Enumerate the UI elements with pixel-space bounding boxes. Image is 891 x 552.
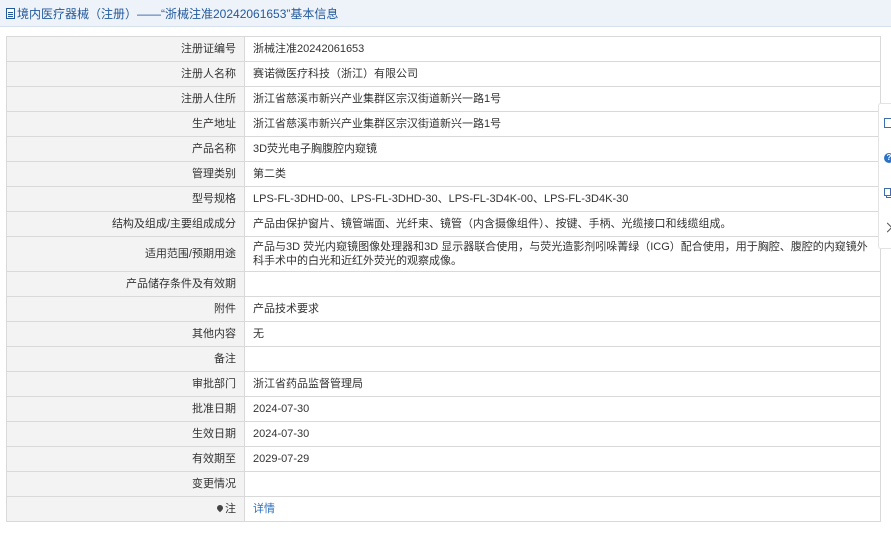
field-label: 批准日期 xyxy=(6,396,245,422)
note-label: 注 xyxy=(225,503,236,515)
note-label-cell: 注 xyxy=(6,496,245,522)
field-label: 注册人名称 xyxy=(6,61,245,87)
field-value: 浙械注准20242061653 xyxy=(244,36,881,62)
field-value: 赛诺微医疗科技（浙江）有限公司 xyxy=(244,61,881,87)
table-row: 批准日期 2024-07-30 xyxy=(6,396,881,422)
note-icon xyxy=(884,118,891,128)
field-label: 备注 xyxy=(6,346,245,372)
table-row: 备注 xyxy=(6,346,881,372)
note-button[interactable] xyxy=(882,116,891,130)
table-row: 管理类别 第二类 xyxy=(6,161,881,187)
field-value: 浙江省药品监督管理局 xyxy=(244,371,881,397)
table-row: 型号规格 LPS-FL-3DHD-00、LPS-FL-3DHD-30、LPS-F… xyxy=(6,186,881,212)
note-value-cell: 详情 xyxy=(244,496,881,522)
field-value xyxy=(244,271,881,297)
field-label: 型号规格 xyxy=(6,186,245,212)
field-value: LPS-FL-3DHD-00、LPS-FL-3DHD-30、LPS-FL-3D4… xyxy=(244,186,881,212)
table-row: 结构及组成/主要组成成分 产品由保护窗片、镜管端面、光纤束、镜管（内含摄像组件）… xyxy=(6,211,881,237)
field-value: 产品由保护窗片、镜管端面、光纤束、镜管（内含摄像组件）、按键、手柄、光缆接口和线… xyxy=(244,211,881,237)
help-button[interactable]: ? xyxy=(882,151,891,165)
table-row: 审批部门 浙江省药品监督管理局 xyxy=(6,371,881,397)
field-label: 管理类别 xyxy=(6,161,245,187)
page-header: 境内医疗器械（注册）——“浙械注准20242061653”基本信息 xyxy=(0,0,891,27)
field-label: 注册人住所 xyxy=(6,86,245,112)
page-title: 境内医疗器械（注册）——“浙械注准20242061653”基本信息 xyxy=(17,6,339,21)
field-value xyxy=(244,346,881,372)
table-row: 其他内容 无 xyxy=(6,321,881,347)
copy-button[interactable] xyxy=(882,186,891,200)
field-label: 产品储存条件及有效期 xyxy=(6,271,245,297)
field-label: 注册证编号 xyxy=(6,36,245,62)
field-value: 2024-07-30 xyxy=(244,421,881,447)
field-value: 3D荧光电子胸腹腔内窥镜 xyxy=(244,136,881,162)
pin-icon xyxy=(215,503,225,513)
table-row: 变更情况 xyxy=(6,471,881,497)
collapse-button[interactable] xyxy=(882,221,891,235)
table-row: 产品名称 3D荧光电子胸腹腔内窥镜 xyxy=(6,136,881,162)
table-row: 附件 产品技术要求 xyxy=(6,296,881,322)
field-value: 产品与3D 荧光内窥镜图像处理器和3D 显示器联合使用，与荧光造影剂吲哚菁绿（I… xyxy=(244,236,881,272)
table-row: 注册证编号 浙械注准20242061653 xyxy=(6,36,881,62)
table-row: 适用范围/预期用途 产品与3D 荧光内窥镜图像处理器和3D 显示器联合使用，与荧… xyxy=(6,236,881,272)
detail-table: 注册证编号 浙械注准20242061653 注册人名称 赛诺微医疗科技（浙江）有… xyxy=(6,36,881,522)
table-row: 生产地址 浙江省慈溪市新兴产业集群区宗汉街道新兴一路1号 xyxy=(6,111,881,137)
table-row: 生效日期 2024-07-30 xyxy=(6,421,881,447)
field-value: 2029-07-29 xyxy=(244,446,881,472)
field-value: 2024-07-30 xyxy=(244,396,881,422)
table-row: 注册人名称 赛诺微医疗科技（浙江）有限公司 xyxy=(6,61,881,87)
document-icon xyxy=(6,7,15,19)
field-label: 结构及组成/主要组成成分 xyxy=(6,211,245,237)
field-value: 浙江省慈溪市新兴产业集群区宗汉街道新兴一路1号 xyxy=(244,111,881,137)
field-label: 其他内容 xyxy=(6,321,245,347)
field-label: 变更情况 xyxy=(6,471,245,497)
field-label: 有效期至 xyxy=(6,446,245,472)
chevron-right-icon xyxy=(882,222,891,233)
help-icon: ? xyxy=(884,153,891,163)
field-label: 审批部门 xyxy=(6,371,245,397)
field-value xyxy=(244,471,881,497)
details-link[interactable]: 详情 xyxy=(253,503,275,515)
copy-icon xyxy=(884,188,891,196)
field-value: 第二类 xyxy=(244,161,881,187)
field-value: 浙江省慈溪市新兴产业集群区宗汉街道新兴一路1号 xyxy=(244,86,881,112)
table-row: 有效期至 2029-07-29 xyxy=(6,446,881,472)
field-label: 适用范围/预期用途 xyxy=(6,236,245,272)
field-value: 产品技术要求 xyxy=(244,296,881,322)
field-label: 产品名称 xyxy=(6,136,245,162)
table-row: 注册人住所 浙江省慈溪市新兴产业集群区宗汉街道新兴一路1号 xyxy=(6,86,881,112)
field-label: 生产地址 xyxy=(6,111,245,137)
field-label: 生效日期 xyxy=(6,421,245,447)
table-row-note: 注 详情 xyxy=(6,496,881,522)
side-toolbar: ? xyxy=(878,103,891,249)
field-value: 无 xyxy=(244,321,881,347)
field-label: 附件 xyxy=(6,296,245,322)
table-row: 产品储存条件及有效期 xyxy=(6,271,881,297)
